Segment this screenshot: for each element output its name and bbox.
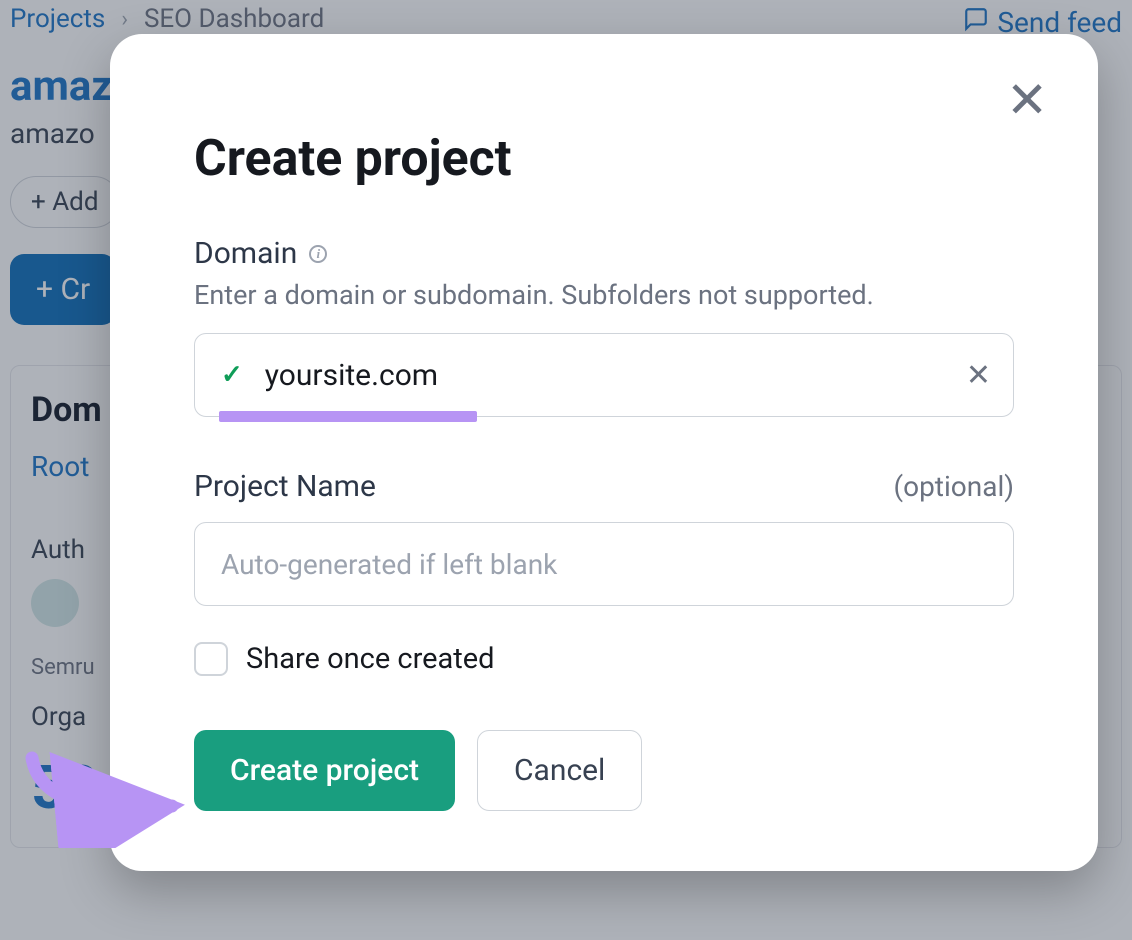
check-icon: ✓ [221, 360, 243, 390]
project-name-input[interactable] [194, 522, 1014, 606]
project-name-label: Project Name [194, 469, 376, 504]
domain-input-wrapper: ✓ ✕ [194, 333, 1014, 417]
highlight-annotation [219, 411, 477, 422]
clear-input-icon[interactable]: ✕ [966, 358, 991, 393]
modal-title: Create project [194, 130, 1014, 188]
share-checkbox[interactable] [194, 642, 228, 676]
cancel-button[interactable]: Cancel [477, 730, 642, 811]
create-project-button[interactable]: Create project [194, 730, 455, 811]
domain-input[interactable] [265, 358, 953, 393]
domain-help-text: Enter a domain or subdomain. Subfolders … [194, 279, 1014, 311]
close-icon[interactable]: ✕ [1006, 76, 1048, 126]
share-checkbox-label: Share once created [246, 642, 495, 676]
domain-label: Domain [194, 236, 297, 271]
create-project-modal: ✕ Create project Domain i Enter a domain… [110, 34, 1098, 871]
info-icon[interactable]: i [309, 245, 327, 263]
optional-label: (optional) [894, 470, 1014, 503]
